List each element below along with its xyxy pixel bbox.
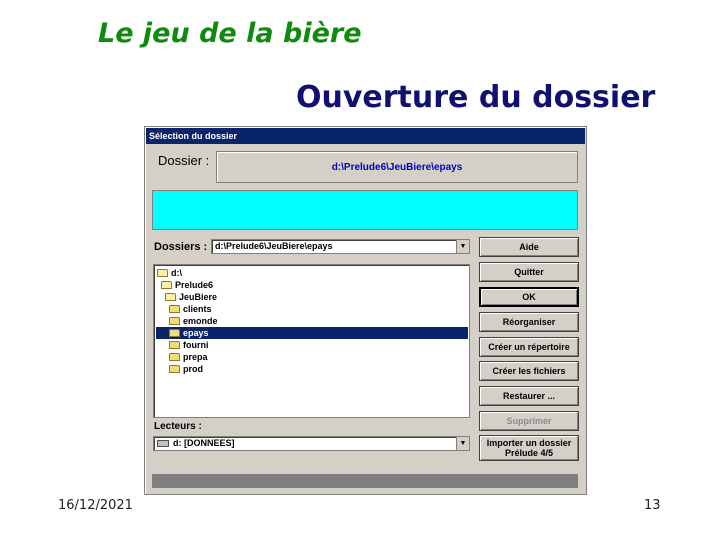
folder-open-icon bbox=[157, 269, 168, 277]
drive-icon bbox=[157, 440, 169, 447]
status-bar bbox=[152, 474, 578, 488]
folder-icon bbox=[169, 353, 180, 361]
tree-item-prod[interactable]: prod bbox=[156, 363, 468, 375]
folder-label: Dossier : bbox=[158, 153, 210, 168]
chevron-down-icon[interactable]: ▼ bbox=[456, 240, 469, 253]
tree-item-label: epays bbox=[183, 328, 209, 338]
info-panel bbox=[152, 190, 578, 230]
folder-tree[interactable]: d:\ Prelude6 JeuBiere clients emonde epa… bbox=[153, 264, 470, 418]
folders-label: Dossiers : bbox=[154, 241, 208, 253]
folder-open-icon bbox=[161, 281, 172, 289]
drives-label: Lecteurs : bbox=[154, 421, 202, 432]
tree-item-epays[interactable]: epays bbox=[156, 327, 468, 339]
create-directory-button[interactable]: Créer un répertoire bbox=[479, 337, 579, 357]
help-button[interactable]: Aide bbox=[479, 237, 579, 257]
delete-button[interactable]: Supprimer bbox=[479, 411, 579, 431]
restore-button[interactable]: Restaurer ... bbox=[479, 386, 579, 406]
tree-item-label: clients bbox=[183, 304, 212, 314]
slide-date: 16/12/2021 bbox=[58, 498, 133, 513]
folder-path-display: d:\Prelude6\JeuBiere\epays bbox=[216, 151, 578, 183]
tree-item-label: prepa bbox=[183, 352, 208, 362]
folder-selection-dialog: Sélection du dossier Dossier : d:\Prelud… bbox=[144, 126, 587, 495]
tree-item-fourni[interactable]: fourni bbox=[156, 339, 468, 351]
import-button-line1: Importer un dossier bbox=[486, 438, 572, 448]
dialog-titlebar[interactable]: Sélection du dossier bbox=[146, 128, 585, 144]
folders-combo[interactable]: d:\Prelude6\JeuBiere\epays ▼ bbox=[211, 239, 470, 254]
tree-item-prepa[interactable]: prepa bbox=[156, 351, 468, 363]
tree-item-label: d:\ bbox=[171, 268, 182, 278]
import-folder-button[interactable]: Importer un dossier Prélude 4/5 bbox=[479, 435, 579, 461]
tree-item-emonde[interactable]: emonde bbox=[156, 315, 468, 327]
tree-item-jeubiere[interactable]: JeuBiere bbox=[156, 291, 468, 303]
tree-item-clients[interactable]: clients bbox=[156, 303, 468, 315]
slide-title: Le jeu de la bière bbox=[98, 18, 362, 49]
tree-item-label: prod bbox=[183, 364, 203, 374]
folder-icon bbox=[169, 341, 180, 349]
ok-button[interactable]: OK bbox=[479, 287, 579, 307]
reorganize-button[interactable]: Réorganiser bbox=[479, 312, 579, 332]
slide-page-number: 13 bbox=[644, 498, 661, 513]
folder-icon bbox=[169, 329, 180, 337]
create-files-button[interactable]: Créer les fichiers bbox=[479, 361, 579, 381]
folder-icon bbox=[169, 317, 180, 325]
tree-item-label: JeuBiere bbox=[179, 292, 218, 302]
tree-item-prelude6[interactable]: Prelude6 bbox=[156, 279, 468, 291]
tree-item-label: Prelude6 bbox=[175, 280, 214, 290]
folders-combo-value: d:\Prelude6\JeuBiere\epays bbox=[215, 241, 333, 251]
drive-combo[interactable]: d: [DONNEES] ▼ bbox=[153, 436, 470, 451]
import-button-line2: Prélude 4/5 bbox=[504, 448, 554, 458]
quit-button[interactable]: Quitter bbox=[479, 262, 579, 282]
folder-icon bbox=[169, 365, 180, 373]
tree-item-label: fourni bbox=[183, 340, 209, 350]
tree-item-label: emonde bbox=[183, 316, 218, 326]
drive-combo-value: d: [DONNEES] bbox=[173, 438, 235, 448]
folder-icon bbox=[169, 305, 180, 313]
chevron-down-icon[interactable]: ▼ bbox=[456, 437, 469, 450]
folder-open-icon bbox=[165, 293, 176, 301]
slide-subtitle: Ouverture du dossier bbox=[296, 80, 656, 115]
tree-item-drive-root[interactable]: d:\ bbox=[156, 267, 468, 279]
